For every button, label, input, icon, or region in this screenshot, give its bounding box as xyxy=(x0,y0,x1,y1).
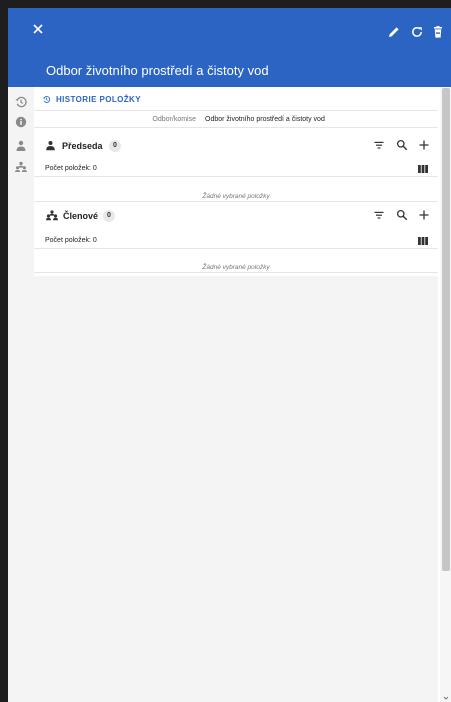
delete-icon[interactable] xyxy=(431,25,445,39)
section-title: Předseda xyxy=(62,141,103,151)
person-icon xyxy=(46,141,55,151)
history-label[interactable]: HISTORIE POLOŽKY xyxy=(56,95,141,104)
scrollbar-thumb[interactable] xyxy=(442,88,450,571)
add-icon[interactable] xyxy=(418,139,430,151)
count-badge: 0 xyxy=(103,210,115,222)
history-section[interactable]: HISTORIE POLOŽKY xyxy=(34,87,438,111)
empty-label: Žádné vybrané položky xyxy=(202,193,270,200)
item-count: Počet položek: 0 xyxy=(45,237,97,244)
section-header-predseda: Předseda 0 xyxy=(34,134,438,158)
field-row-odbor: Odbor/komise Odbor životního prostředí a… xyxy=(34,111,438,128)
empty-state: Žádné vybrané položky xyxy=(34,185,438,202)
refresh-icon[interactable] xyxy=(410,25,424,39)
history-icon[interactable] xyxy=(14,95,28,109)
close-icon[interactable] xyxy=(30,21,46,37)
header-title: Odbor životního prostředí a čistoty vod xyxy=(46,63,269,78)
count-row: Počet položek: 0 xyxy=(34,233,438,249)
group-icon[interactable] xyxy=(14,160,28,174)
side-navigation xyxy=(8,87,34,702)
item-count: Počet položek: 0 xyxy=(45,165,97,172)
history-icon xyxy=(42,96,51,103)
search-icon[interactable] xyxy=(396,139,408,151)
empty-label: Žádné vybrané položky xyxy=(202,264,270,271)
search-icon[interactable] xyxy=(396,209,408,221)
window-left-edge xyxy=(0,0,8,702)
info-icon[interactable] xyxy=(14,115,28,129)
person-icon[interactable] xyxy=(14,139,28,153)
section-header-clenove: Členové 0 xyxy=(34,204,438,228)
count-badge: 0 xyxy=(109,140,121,152)
empty-state: Žádné vybrané položky xyxy=(34,256,438,273)
detail-content: HISTORIE POLOŽKY Odbor/komise Odbor živo… xyxy=(34,87,438,702)
section-title: Členové xyxy=(63,211,99,221)
detail-header: Odbor životního prostředí a čistoty vod xyxy=(8,8,451,87)
count-row: Počet položek: 0 xyxy=(34,161,438,177)
columns-icon[interactable] xyxy=(418,165,428,173)
filter-icon[interactable] xyxy=(373,139,385,151)
edit-icon[interactable] xyxy=(387,25,401,39)
filter-icon[interactable] xyxy=(373,209,385,221)
chevron-down-icon[interactable] xyxy=(441,692,451,702)
field-value: Odbor životního prostředí a čistoty vod xyxy=(205,116,325,123)
add-icon[interactable] xyxy=(418,209,430,221)
detail-card: HISTORIE POLOŽKY Odbor/komise Odbor živo… xyxy=(34,87,438,276)
columns-icon[interactable] xyxy=(418,237,428,245)
field-label: Odbor/komise xyxy=(152,116,196,123)
window-top-edge xyxy=(0,0,451,8)
group-icon xyxy=(46,210,58,221)
